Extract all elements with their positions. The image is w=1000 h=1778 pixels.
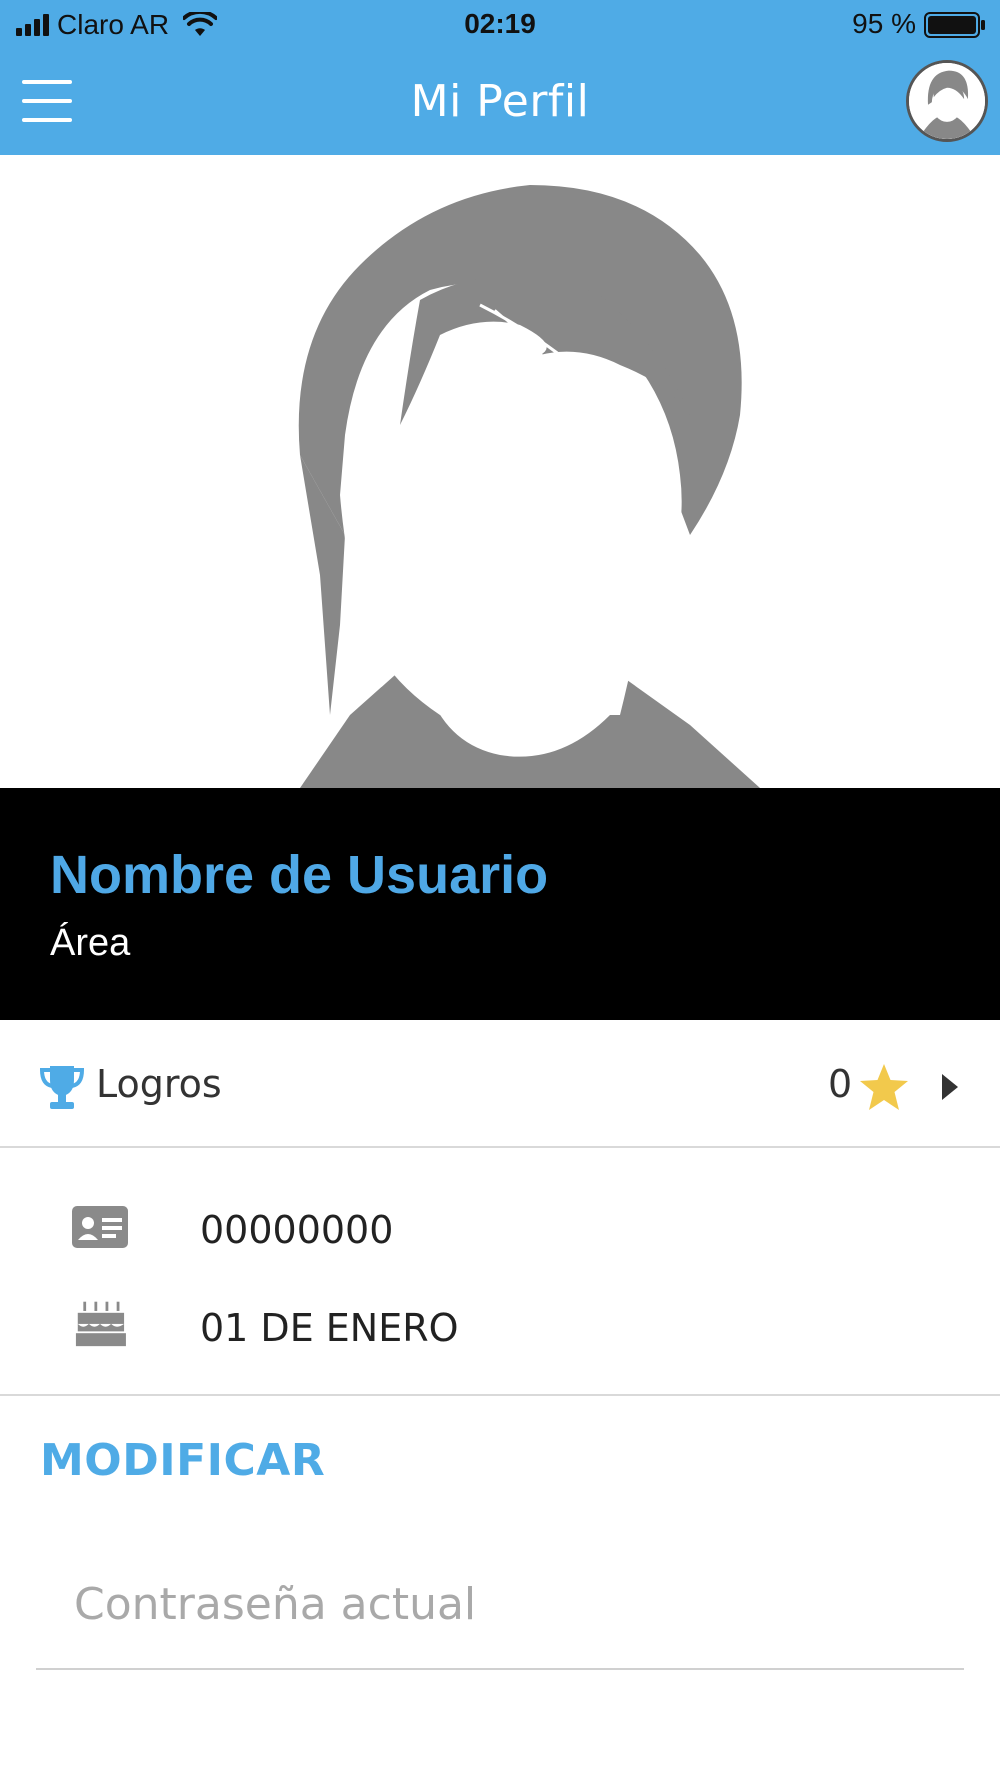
id-number: 00000000 — [200, 1208, 394, 1252]
achievements-row[interactable]: Logros 0 — [0, 1020, 1000, 1148]
app-header: Claro AR 02:19 95 % Mi Perfil — [0, 0, 1000, 155]
modify-section-title: MODIFICAR — [40, 1435, 326, 1486]
birthday-cake-icon — [75, 1301, 126, 1347]
current-password-input[interactable] — [36, 1540, 964, 1670]
status-bar: Claro AR 02:19 95 % — [0, 0, 1000, 50]
battery-percent: 95 % — [852, 8, 916, 39]
user-area: Área — [50, 922, 131, 964]
profile-photo — [0, 155, 1000, 788]
profile-details: 00000000 01 DE ENERO — [0, 1148, 1000, 1396]
page-title: Mi Perfil — [410, 76, 590, 127]
battery-icon — [924, 12, 985, 38]
star-icon — [860, 1064, 908, 1110]
id-card-icon — [72, 1206, 128, 1248]
user-avatar-icon[interactable] — [906, 60, 988, 142]
achievements-count: 0 — [828, 1062, 853, 1106]
status-time: 02:19 — [464, 8, 536, 39]
trophy-icon — [39, 1066, 85, 1109]
detail-row-birthday: 01 DE ENERO — [0, 1298, 1000, 1368]
detail-row-id: 00000000 — [0, 1200, 1000, 1270]
birthday-date: 01 DE ENERO — [200, 1306, 459, 1350]
achievements-label: Logros — [96, 1062, 222, 1106]
chevron-right-icon — [942, 1074, 958, 1100]
user-name: Nombre de Usuario — [50, 845, 549, 905]
profile-name-band: Nombre de Usuario Área — [0, 788, 1000, 1020]
